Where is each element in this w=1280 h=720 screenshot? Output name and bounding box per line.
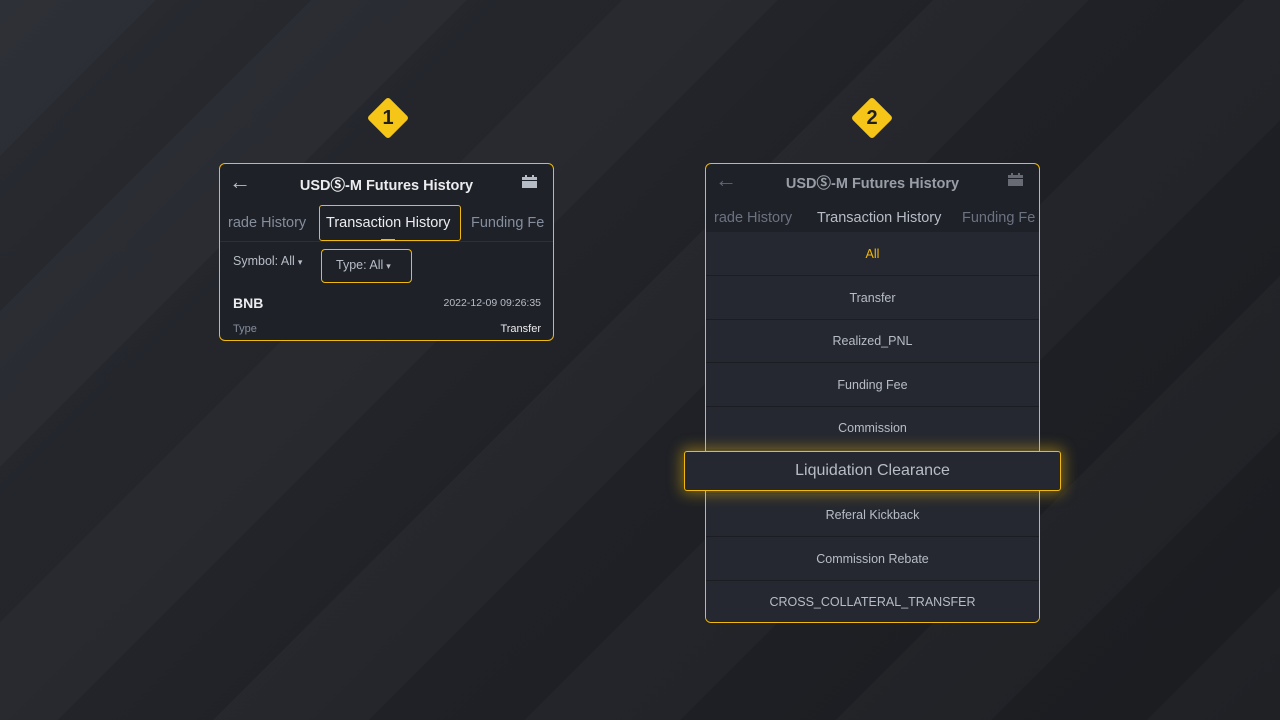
record-asset: BNB — [233, 295, 264, 311]
type-option-all[interactable]: All — [706, 232, 1039, 276]
caret-down-icon: ▾ — [297, 257, 303, 267]
calendar-icon[interactable] — [522, 175, 537, 188]
tab-funding-fee[interactable]: Funding Fe — [962, 210, 1035, 226]
futures-history-panel-2: ← USDⓈ-M Futures History rade History Tr… — [705, 163, 1040, 623]
type-option-transfer[interactable]: Transfer — [706, 276, 1039, 320]
type-option-cross-collateral-transfer[interactable]: CROSS_COLLATERAL_TRANSFER — [706, 580, 1039, 622]
page-title: USDⓈ-M Futures History — [785, 176, 960, 192]
calendar-icon[interactable] — [1008, 173, 1023, 186]
tab-trade-history[interactable]: rade History — [228, 215, 306, 231]
type-option-commission[interactable]: Commission — [706, 406, 1039, 450]
tab-trade-history[interactable]: rade History — [714, 210, 792, 226]
record-type-value: Transfer — [500, 323, 541, 335]
panel-header: ← USDⓈ-M Futures History — [706, 164, 1039, 204]
step-number-2: 2 — [866, 106, 878, 129]
step-badge-1: 1 — [366, 96, 410, 140]
page-title: USDⓈ-M Futures History — [299, 178, 474, 194]
type-option-commission-rebate[interactable]: Commission Rebate — [706, 537, 1039, 581]
tabs-divider — [220, 241, 553, 242]
type-option-referal-kickback[interactable]: Referal Kickback — [706, 493, 1039, 537]
step-badge-2: 2 — [850, 96, 894, 140]
symbol-filter[interactable]: Symbol: All ▾ — [233, 254, 302, 268]
type-option-liquidation-clearance[interactable]: Liquidation Clearance — [684, 451, 1061, 491]
history-tabs: rade History Transaction History Funding… — [706, 202, 1039, 232]
record-type-label: Type — [233, 323, 257, 335]
record-timestamp: 2022-12-09 09:26:35 — [443, 297, 542, 309]
type-option-realized-pnl[interactable]: Realized_PNL — [706, 319, 1039, 363]
tab-funding-fee[interactable]: Funding Fe — [471, 215, 544, 231]
type-option-funding-fee[interactable]: Funding Fee — [706, 363, 1039, 407]
futures-history-panel-1: ← USDⓈ-M Futures History rade History Tr… — [219, 163, 554, 341]
panel-header: ← USDⓈ-M Futures History — [220, 164, 553, 204]
type-filter[interactable]: Type: All ▾ — [336, 258, 391, 272]
type-filter-label: Type: All — [336, 258, 384, 272]
tab-transaction-history[interactable]: Transaction History — [817, 210, 941, 226]
symbol-filter-label: Symbol: All — [233, 254, 295, 268]
tab-transaction-history-highlight — [319, 205, 461, 241]
caret-down-icon: ▾ — [386, 261, 391, 271]
step-number-1: 1 — [382, 106, 394, 129]
type-options-list: All Transfer Realized_PNL Funding Fee Co… — [706, 232, 1039, 622]
